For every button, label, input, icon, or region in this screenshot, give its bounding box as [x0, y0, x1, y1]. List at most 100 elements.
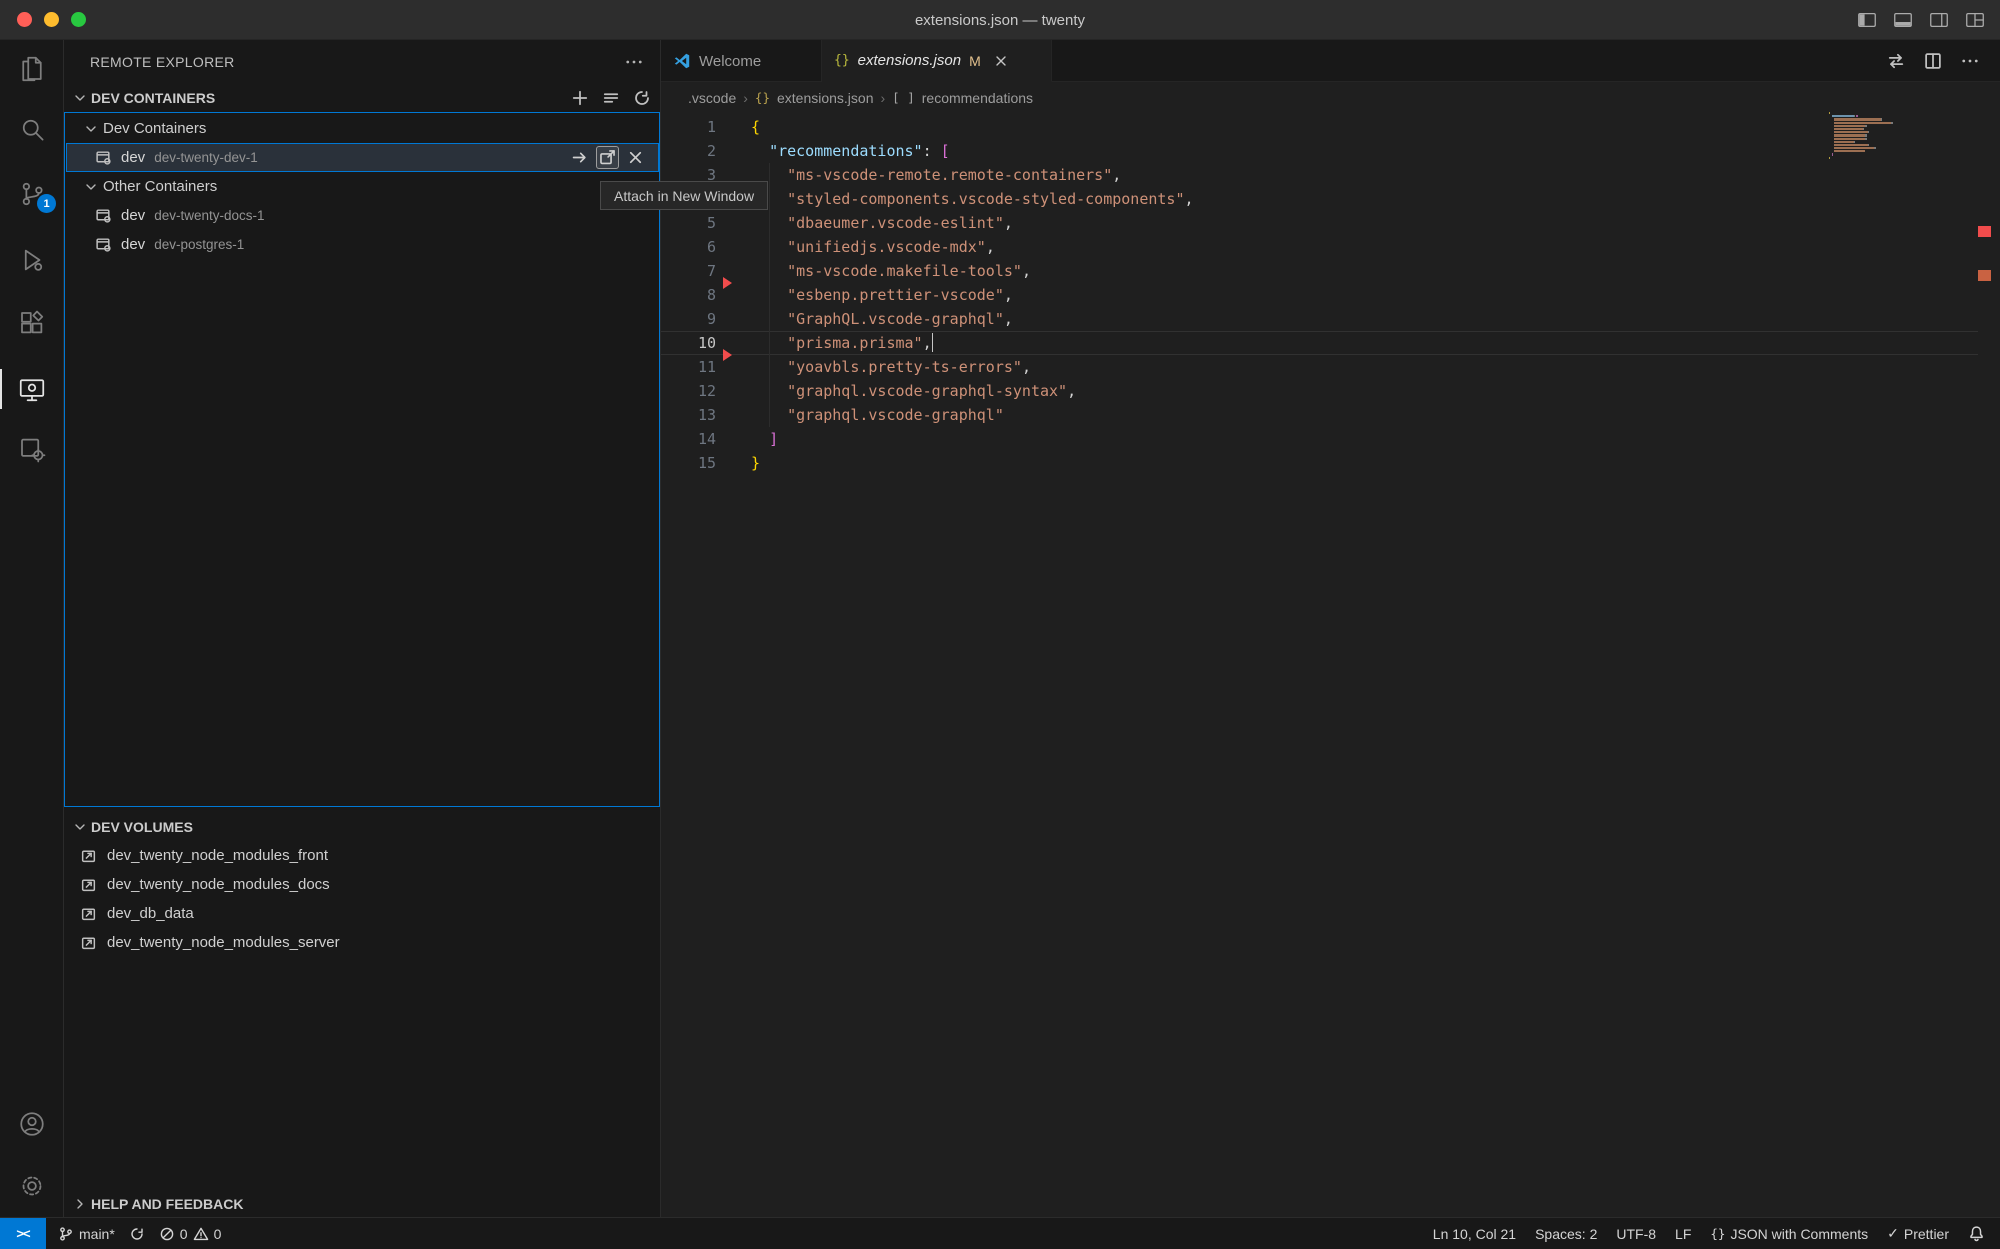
- code-line-2[interactable]: 2 "recommendations": [: [661, 139, 2000, 163]
- code-line-3[interactable]: 3 "ms-vscode-remote.remote-containers",: [661, 163, 2000, 187]
- sidebar-header: REMOTE EXPLORER: [64, 40, 660, 84]
- title-bar: extensions.json — twenty: [0, 0, 2000, 40]
- minimize-window-button[interactable]: [44, 12, 59, 27]
- dev-container-icon: [95, 149, 112, 166]
- settings-gear-icon[interactable]: [0, 1164, 63, 1208]
- volume-icon: [80, 847, 97, 864]
- close-tab-icon[interactable]: [993, 53, 1009, 69]
- code-text: "esbenp.prettier-vscode",: [751, 283, 1013, 307]
- minimap-line: [1829, 138, 1899, 140]
- attach-container-icon[interactable]: [570, 148, 589, 167]
- tree-group-other-containers[interactable]: Other Containers: [66, 172, 659, 201]
- section-label: DEV VOLUMES: [91, 819, 193, 835]
- toggle-panel-icon[interactable]: [1892, 9, 1914, 31]
- vscode-logo-icon: [673, 52, 691, 70]
- braces-icon: {}: [1710, 1226, 1725, 1241]
- formatter-item[interactable]: ✓ Prettier: [1887, 1225, 1949, 1242]
- line-number: 1: [661, 115, 716, 139]
- code-line-4[interactable]: 4 "styled-components.vscode-styled-compo…: [661, 187, 2000, 211]
- sync-icon[interactable]: [129, 1226, 145, 1242]
- tab-welcome[interactable]: Welcome: [661, 40, 822, 82]
- encoding-item[interactable]: UTF-8: [1616, 1226, 1656, 1242]
- explorer-icon[interactable]: [0, 47, 63, 91]
- dev-containers-section-header[interactable]: DEV CONTAINERS: [64, 84, 660, 112]
- run-debug-icon[interactable]: [0, 238, 63, 282]
- code-line-13[interactable]: 13 "graphql.vscode-graphql": [661, 403, 2000, 427]
- volume-row[interactable]: dev_twenty_node_modules_server: [64, 928, 660, 957]
- refresh-icon[interactable]: [632, 88, 652, 108]
- attach-new-window-icon[interactable]: [596, 146, 619, 169]
- toggle-secondary-sidebar-icon[interactable]: [1928, 9, 1950, 31]
- json-file-icon: {}: [834, 53, 850, 68]
- help-feedback-section-header[interactable]: HELP AND FEEDBACK: [64, 1190, 660, 1218]
- language-name: JSON with Comments: [1730, 1226, 1868, 1242]
- line-number: 11: [661, 355, 716, 379]
- code-text: "ms-vscode.makefile-tools",: [751, 259, 1031, 283]
- filter-list-icon[interactable]: [601, 88, 621, 108]
- toggle-sidebar-icon[interactable]: [1856, 9, 1878, 31]
- search-icon[interactable]: [0, 107, 63, 151]
- code-line-7[interactable]: 7 "ms-vscode.makefile-tools",: [661, 259, 2000, 283]
- more-actions-icon[interactable]: [1960, 51, 1980, 71]
- close-icon[interactable]: [626, 148, 645, 167]
- split-editor-icon[interactable]: [1923, 51, 1943, 71]
- line-number: 10: [661, 331, 716, 355]
- code-line-8[interactable]: 8 "esbenp.prettier-vscode",: [661, 283, 2000, 307]
- line-number: 8: [661, 283, 716, 307]
- customize-layout-icon[interactable]: [1964, 9, 1986, 31]
- volume-row[interactable]: dev_twenty_node_modules_front: [64, 841, 660, 870]
- cursor-position-item[interactable]: Ln 10, Col 21: [1433, 1226, 1516, 1242]
- sidebar-more-actions-icon[interactable]: [624, 52, 644, 72]
- container-row-dev-twenty-docs-1[interactable]: dev dev-twenty-docs-1: [66, 201, 659, 230]
- section-label: HELP AND FEEDBACK: [91, 1196, 243, 1212]
- chevron-right-icon: ›: [881, 90, 886, 106]
- code-line-1[interactable]: 1{: [661, 115, 2000, 139]
- open-changes-icon[interactable]: [1886, 51, 1906, 71]
- accounts-icon[interactable]: [0, 1102, 63, 1146]
- close-window-button[interactable]: [17, 12, 32, 27]
- language-mode-item[interactable]: {} JSON with Comments: [1710, 1226, 1868, 1242]
- code-line-11[interactable]: 11 "yoavbls.pretty-ts-errors",: [661, 355, 2000, 379]
- minimap[interactable]: [1829, 112, 1899, 160]
- code-line-14[interactable]: 14 ]: [661, 427, 2000, 451]
- minimap-line: [1829, 157, 1899, 159]
- container-row-dev-twenty-dev-1[interactable]: dev dev-twenty-dev-1: [66, 143, 659, 172]
- volume-name: dev_twenty_node_modules_front: [107, 847, 328, 864]
- problems-item[interactable]: 0 0: [159, 1226, 222, 1242]
- volume-row[interactable]: dev_twenty_node_modules_docs: [64, 870, 660, 899]
- chevron-down-icon: [83, 179, 99, 195]
- overview-ruler-mark: [1978, 270, 1991, 281]
- dev-volumes-section-header[interactable]: DEV VOLUMES: [64, 813, 660, 841]
- line-number: 7: [661, 259, 716, 283]
- tab-extensions-json[interactable]: {} extensions.json M: [822, 40, 1052, 82]
- notifications-bell-icon[interactable]: [1968, 1225, 1985, 1242]
- code-line-6[interactable]: 6 "unifiedjs.vscode-mdx",: [661, 235, 2000, 259]
- code-line-15[interactable]: 15}: [661, 451, 2000, 475]
- remote-explorer-icon[interactable]: [0, 367, 63, 411]
- breadcrumb-symbol[interactable]: recommendations: [922, 90, 1033, 106]
- code-line-10[interactable]: 10 "prisma.prisma",: [661, 331, 2000, 355]
- container-description: dev-postgres-1: [154, 237, 244, 252]
- git-branch-item[interactable]: main*: [58, 1226, 115, 1242]
- minimap-line: [1829, 141, 1899, 143]
- tree-group-dev-containers[interactable]: Dev Containers: [66, 114, 659, 143]
- code-line-12[interactable]: 12 "graphql.vscode-graphql-syntax",: [661, 379, 2000, 403]
- volume-row[interactable]: dev_db_data: [64, 899, 660, 928]
- add-container-icon[interactable]: [570, 88, 590, 108]
- indentation-item[interactable]: Spaces: 2: [1535, 1226, 1597, 1242]
- group-label: Other Containers: [103, 178, 217, 195]
- container-row-dev-postgres-1[interactable]: dev dev-postgres-1: [66, 230, 659, 259]
- eol-item[interactable]: LF: [1675, 1226, 1691, 1242]
- extensions-icon[interactable]: [0, 301, 63, 345]
- branch-name: main*: [79, 1226, 115, 1242]
- breadcrumb-folder[interactable]: .vscode: [688, 90, 736, 106]
- source-control-icon[interactable]: 1: [0, 172, 63, 216]
- code-line-9[interactable]: 9 "GraphQL.vscode-graphql",: [661, 307, 2000, 331]
- breadcrumb-file[interactable]: extensions.json: [777, 90, 874, 106]
- remote-indicator[interactable]: ><: [0, 1218, 46, 1249]
- code-line-5[interactable]: 5 "dbaeumer.vscode-eslint",: [661, 211, 2000, 235]
- code-editor[interactable]: 1{2 "recommendations": [3 "ms-vscode-rem…: [661, 113, 2000, 1217]
- code-text: "prisma.prisma",: [751, 331, 932, 355]
- container-tools-icon[interactable]: [0, 427, 63, 471]
- zoom-window-button[interactable]: [71, 12, 86, 27]
